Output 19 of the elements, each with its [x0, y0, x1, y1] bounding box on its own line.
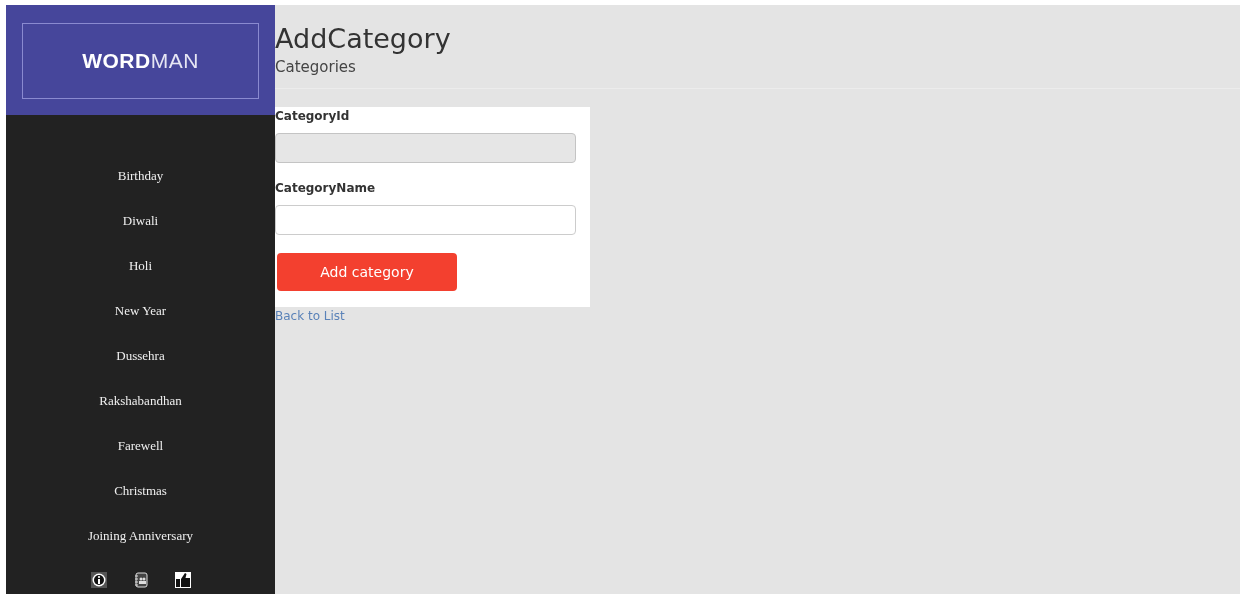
field-label: CategoryId: [275, 109, 350, 123]
page-title: AddCategory: [275, 23, 452, 55]
thumbs-up-icon[interactable]: [174, 572, 191, 588]
sidebar-item[interactable]: Christmas: [114, 482, 167, 527]
sidebar-item[interactable]: Farewell: [117, 437, 164, 482]
sidebar-item[interactable]: Rakshabandhan: [99, 392, 182, 437]
sidebar-item[interactable]: Dussehra: [116, 347, 165, 392]
sidebar-item[interactable]: Birthday: [117, 167, 164, 212]
page-subtitle: Categories: [275, 58, 357, 76]
address-book-icon[interactable]: [132, 572, 149, 588]
logo[interactable]: WORDMAN: [22, 23, 259, 99]
input-field[interactable]: [275, 205, 576, 235]
sidebar-item[interactable]: Joining Anniversary: [87, 527, 194, 572]
field-label: CategoryName: [275, 181, 376, 195]
sidebar-item[interactable]: Diwali: [122, 212, 159, 257]
sidebar-item[interactable]: New Year: [114, 302, 167, 347]
add-category-button[interactable]: Add category: [277, 253, 457, 291]
sidebar-item[interactable]: Holi: [128, 257, 153, 302]
info-icon[interactable]: [90, 572, 107, 588]
